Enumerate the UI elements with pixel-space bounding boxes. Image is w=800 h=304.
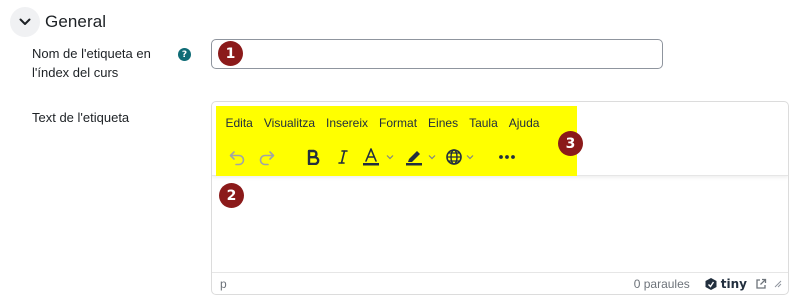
more-icon	[499, 155, 515, 159]
highlight-button[interactable]	[402, 144, 438, 170]
tiny-logo-icon	[705, 277, 717, 290]
chevron-down-icon	[426, 152, 438, 162]
tiny-logo[interactable]: tiny	[704, 277, 747, 291]
italic-button[interactable]	[328, 144, 358, 170]
word-count[interactable]: 0 paraules	[634, 277, 690, 291]
tiny-brand-text: tiny	[720, 276, 747, 291]
bold-icon	[307, 149, 320, 165]
element-path[interactable]: p	[220, 277, 634, 291]
menu-insereix[interactable]: Insereix	[321, 112, 374, 134]
highlight-icon	[406, 151, 422, 166]
menu-edita[interactable]: Edita	[220, 112, 258, 134]
more-button[interactable]	[492, 144, 522, 170]
editor-header: Edita Visualitza Insereix Format Eines T…	[212, 102, 788, 176]
name-field-label: Nom de l'etiqueta en l'índex del curs	[32, 46, 151, 80]
step-badge-3: 3	[558, 131, 583, 156]
editor-content-area[interactable]	[212, 177, 788, 274]
chevron-down-icon	[384, 152, 396, 162]
chevron-down-icon	[464, 152, 476, 162]
section-header: General	[10, 6, 106, 38]
step-badge-1: 1	[218, 41, 243, 66]
step-badge-2: 2	[219, 183, 244, 208]
text-field-label: Text de l'etiqueta	[32, 110, 130, 125]
menu-format[interactable]: Format	[374, 112, 423, 134]
section-title: General	[45, 12, 107, 31]
resize-handle-icon[interactable]	[773, 279, 782, 288]
menu-eines[interactable]: Eines	[423, 112, 464, 134]
rich-text-editor: Edita Visualitza Insereix Format Eines T…	[211, 101, 789, 295]
undo-button[interactable]	[222, 144, 252, 170]
language-icon	[446, 149, 462, 165]
external-link-icon[interactable]	[755, 278, 767, 290]
text-color-button[interactable]	[358, 144, 396, 170]
language-button[interactable]	[444, 144, 476, 170]
editor-menubar: Edita Visualitza Insereix Format Eines T…	[220, 112, 545, 134]
menu-taula[interactable]: Taula	[464, 112, 504, 134]
italic-icon	[338, 150, 348, 164]
redo-icon	[259, 151, 275, 166]
menu-ajuda[interactable]: Ajuda	[503, 112, 545, 134]
collapse-button[interactable]	[10, 7, 40, 37]
editor-statusbar: p 0 paraules tiny	[212, 272, 788, 294]
bold-button[interactable]	[298, 144, 328, 170]
text-color-icon	[363, 148, 379, 166]
name-input[interactable]	[211, 39, 663, 69]
undo-icon	[229, 151, 245, 166]
question-circle-icon[interactable]: ?	[178, 48, 191, 61]
chevron-down-icon	[19, 18, 31, 25]
editor-toolbar	[222, 144, 522, 170]
redo-button[interactable]	[252, 144, 282, 170]
menu-visualitza[interactable]: Visualitza	[258, 112, 320, 134]
